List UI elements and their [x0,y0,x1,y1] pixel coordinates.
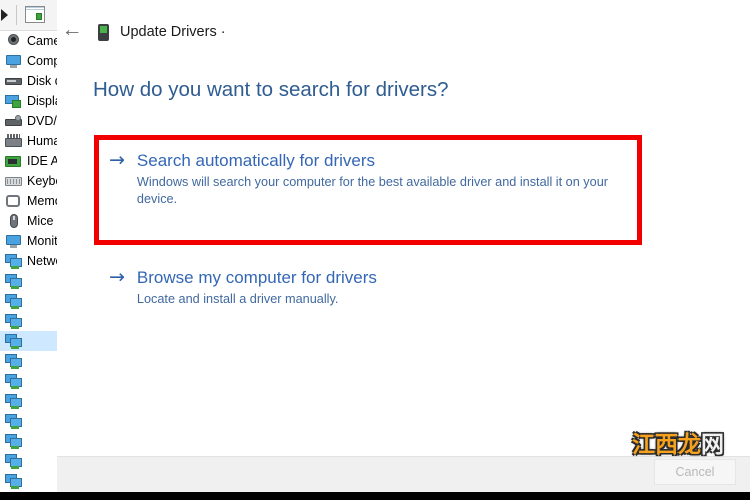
network-adapter-icon [98,24,109,41]
network-adapter-icon [5,453,22,469]
device-tree-item-label: Human Interface Devices [27,134,60,148]
device-tree-item[interactable] [0,411,60,431]
option-description: Locate and install a driver manually. [136,292,339,306]
mouse-icon [5,213,22,229]
dialog-header: ← Update Drivers · [57,0,750,56]
device-tree-item[interactable] [0,431,60,451]
dialog-footer: Cancel [57,456,750,492]
site-watermark: 江西龙网 [632,425,724,459]
watermark-part-2: 龙 [678,432,701,458]
ide-controller-icon [5,154,22,169]
network-adapter-icon [5,253,22,269]
device-manager-window: Cameras Computer Disk drives Display adapte… [0,0,60,492]
device-tree-item-label: Monitors [27,234,60,248]
network-adapter-icon [5,293,22,309]
arrow-right-icon: → [109,149,125,171]
network-adapter-icon [5,333,22,349]
watermark-part-3: 网 [701,432,724,458]
device-manager-toolbar [0,0,60,31]
back-arrow-icon[interactable]: ← [59,16,85,42]
keyboard-icon [5,174,22,189]
device-tree-item-label: Disk drives [27,74,60,88]
option-description: Windows will search your computer for th… [136,175,608,206]
device-tree-item[interactable]: Keyboards [0,171,60,191]
device-tree-item[interactable] [0,311,60,331]
device-tree-item-label: Display adapters [27,94,60,108]
device-tree-item[interactable] [0,291,60,311]
network-adapter-icon [5,413,22,429]
toolbar-separator [16,5,17,25]
page-title: How do you want to search for drivers? [93,78,449,101]
device-tree-item[interactable]: Disk drives [0,71,60,91]
device-tree-item[interactable]: Monitors [0,231,60,251]
update-drivers-dialog: ← Update Drivers · How do you want to se… [57,0,750,492]
device-tree[interactable]: Cameras Computer Disk drives Display adapte… [0,31,60,492]
device-tree-item-label: Cameras [27,34,60,48]
bottom-letterbox [0,492,750,500]
device-tree-item[interactable] [0,351,60,371]
network-adapter-icon [5,433,22,449]
display-adapter-icon [5,94,22,109]
option-browse-my-computer[interactable]: → Browse my computer for drivers Locate … [109,267,539,308]
device-tree-item[interactable] [0,471,60,491]
device-tree-item[interactable] [0,451,60,471]
device-tree-item-label: IDE ATA/ATAPI controllers [27,154,60,168]
device-tree-item[interactable]: Display adapters [0,91,60,111]
network-adapter-icon [5,353,22,369]
device-tree-item[interactable] [0,371,60,391]
dvd-drive-icon [5,114,22,129]
memory-device-icon [5,194,22,209]
back-triangle-icon[interactable] [1,9,8,21]
disk-drive-icon [5,74,22,89]
watermark-part-1: 江西 [632,432,678,458]
device-tree-item[interactable]: Computer [0,51,60,71]
device-tree-item-label: DVD/CD-ROM drives [27,114,60,128]
device-tree-item[interactable]: Human Interface Devices [0,131,60,151]
usb-hub-icon [5,133,22,149]
properties-window-icon[interactable] [25,6,45,23]
device-tree-item-label: Mice and other pointing devices [27,214,60,228]
device-tree-item[interactable]: Memory technology devices [0,191,60,211]
device-tree-item-label: Network adapters [27,254,60,268]
cancel-button[interactable]: Cancel [654,459,736,485]
monitor-icon [5,234,22,249]
option-title[interactable]: Search automatically for drivers [137,150,619,171]
device-tree-item-label: Keyboards [27,174,60,188]
option-title[interactable]: Browse my computer for drivers [137,267,539,288]
device-tree-item[interactable]: Cameras [0,31,60,51]
device-tree-item[interactable] [0,331,60,351]
network-adapter-icon [5,393,22,409]
camera-icon [5,33,22,49]
device-tree-item[interactable] [0,391,60,411]
network-adapter-icon [5,473,22,489]
computer-icon [5,54,22,69]
screen-root: Cameras Computer Disk drives Display adapte… [0,0,750,500]
network-adapter-icon [5,373,22,389]
network-adapter-icon [5,273,22,289]
device-tree-item[interactable]: DVD/CD-ROM drives [0,111,60,131]
device-tree-item[interactable]: IDE ATA/ATAPI controllers [0,151,60,171]
dialog-title: Update Drivers · [120,24,226,40]
network-adapter-icon [5,313,22,329]
device-tree-item[interactable] [0,271,60,291]
device-tree-item-label: Memory technology devices [27,194,60,208]
device-tree-item-label: Computer [27,54,60,68]
arrow-right-icon: → [109,266,125,288]
device-tree-item[interactable]: Mice and other pointing devices [0,211,60,231]
device-tree-item[interactable]: Network adapters [0,251,60,271]
option-search-automatically[interactable]: → Search automatically for drivers Windo… [109,150,619,208]
